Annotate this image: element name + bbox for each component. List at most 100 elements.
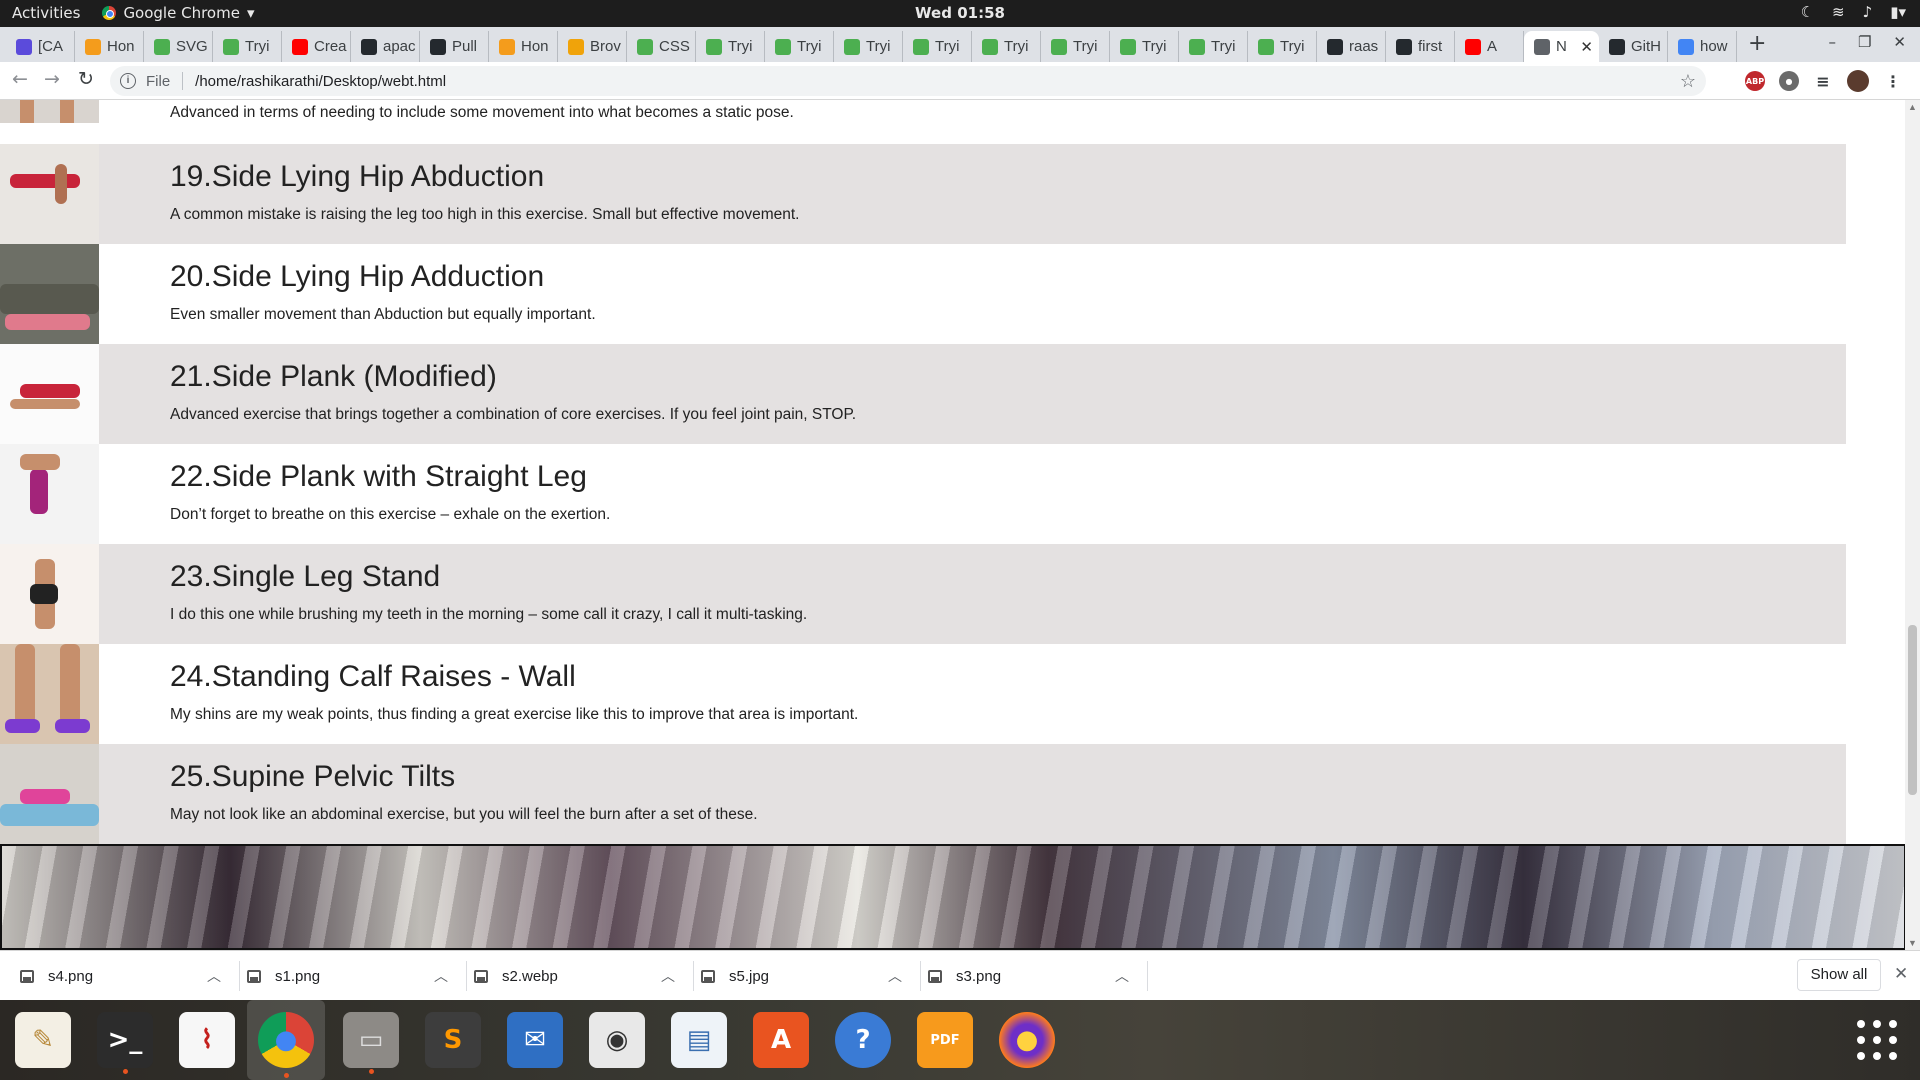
dock-item[interactable]: ◉ xyxy=(587,1010,647,1070)
forward-button[interactable]: → xyxy=(44,68,60,90)
exercise-title: 19.Side Lying Hip Abduction xyxy=(170,160,545,193)
chevron-up-icon[interactable]: ︿ xyxy=(888,966,902,986)
show-all-button[interactable]: Show all xyxy=(1797,959,1881,991)
exercise-row: 23.Single Leg Stand I do this one while b… xyxy=(0,544,1846,644)
dock-item[interactable]: ▭ xyxy=(341,1010,401,1074)
close-window-icon[interactable]: ✕ xyxy=(1893,33,1906,51)
browser-tab[interactable]: Crea xyxy=(282,31,351,62)
browser-tab[interactable]: how xyxy=(1668,31,1737,62)
dock-item[interactable]: ▤ xyxy=(669,1010,729,1070)
exercise-thumbnail xyxy=(0,100,99,123)
restore-icon[interactable]: ❐ xyxy=(1858,33,1871,51)
new-tab-button[interactable]: + xyxy=(1748,31,1766,56)
exercise-description: A common mistake is raising the leg too … xyxy=(170,206,800,223)
exercise-description: Advanced in terms of needing to include … xyxy=(170,104,794,121)
media-controls-icon[interactable]: ≡ xyxy=(1813,71,1833,91)
browser-tab[interactable]: Tryi xyxy=(834,31,903,62)
back-button[interactable]: ← xyxy=(12,68,28,90)
browser-tab[interactable]: Hon xyxy=(75,31,144,62)
browser-tab[interactable]: SVG xyxy=(144,31,213,62)
dock-item[interactable]: ● xyxy=(997,1010,1057,1070)
dock-item[interactable]: PDF xyxy=(915,1010,975,1070)
w3schools-icon xyxy=(775,38,791,55)
chevron-up-icon[interactable]: ︿ xyxy=(434,966,448,986)
browser-tab[interactable]: Tryi xyxy=(1041,31,1110,62)
browser-tab[interactable]: Tryi xyxy=(213,31,282,62)
reload-button[interactable]: ↻ xyxy=(78,68,94,90)
dock-item[interactable]: ● xyxy=(247,1000,325,1080)
download-item[interactable]: s2.webp ︿ xyxy=(468,961,694,991)
browser-tab[interactable]: Tryi xyxy=(972,31,1041,62)
browser-tab[interactable]: N ✕ xyxy=(1524,31,1599,62)
exercise-row: 20.Side Lying Hip Adduction Even smaller … xyxy=(0,244,1846,344)
exercise-thumbnail xyxy=(0,244,99,344)
thumbnail-figure xyxy=(30,584,58,604)
url-text[interactable]: /home/rashikarathi/Desktop/webt.html xyxy=(195,73,446,90)
tab-label: Tryi xyxy=(1142,38,1167,55)
minimize-icon[interactable]: – xyxy=(1828,33,1836,51)
running-indicator xyxy=(284,1073,289,1078)
tab-label: how xyxy=(1700,38,1728,55)
browser-tab[interactable]: A xyxy=(1455,31,1524,62)
browser-tab[interactable]: CSS xyxy=(627,31,696,62)
browser-tab[interactable]: GitH xyxy=(1599,31,1668,62)
info-icon[interactable]: i xyxy=(120,73,136,89)
tab-label: Pull xyxy=(452,38,478,55)
menu-kebab-icon[interactable]: ⋮ xyxy=(1883,71,1903,91)
image-file-icon xyxy=(701,969,715,983)
browser-tab[interactable]: Tryi xyxy=(1179,31,1248,62)
battery-icon: ▮▾ xyxy=(1890,3,1906,21)
tab-close-icon[interactable]: ✕ xyxy=(1580,38,1593,56)
exercise-title: 25.Supine Pelvic Tilts xyxy=(170,760,456,793)
exercise-thumbnail xyxy=(0,544,99,644)
chevron-up-icon[interactable]: ︿ xyxy=(207,966,221,986)
swirl-icon xyxy=(85,38,101,55)
scrollbar[interactable]: ▲ ▼ xyxy=(1905,100,1920,950)
browser-tab[interactable]: Brov xyxy=(558,31,627,62)
scroll-down-icon[interactable]: ▼ xyxy=(1908,938,1917,948)
clock[interactable]: Wed 01:58 xyxy=(0,4,1920,22)
dock-item[interactable]: ✉ xyxy=(505,1010,565,1070)
browser-tab[interactable]: Tryi xyxy=(1248,31,1317,62)
avatar[interactable] xyxy=(1847,70,1869,92)
dock-item[interactable]: ✎ xyxy=(13,1010,73,1070)
browser-tab[interactable]: Tryi xyxy=(696,31,765,62)
download-filename: s3.png xyxy=(956,967,1002,985)
thunderbird-icon: ✉ xyxy=(507,1012,563,1068)
system-tray[interactable]: ☾ ≋ ♪ ▮▾ xyxy=(1801,3,1906,21)
extension-icon[interactable]: ● xyxy=(1779,71,1799,91)
exercise-title: 23.Single Leg Stand xyxy=(170,560,441,593)
download-item[interactable]: s1.png ︿ xyxy=(241,961,467,991)
w3schools-icon xyxy=(223,38,239,55)
scrollbar-thumb[interactable] xyxy=(1908,625,1917,795)
close-icon[interactable]: ✕ xyxy=(1894,964,1908,984)
browser-tab[interactable]: Tryi xyxy=(1110,31,1179,62)
dock-item[interactable]: >_ xyxy=(95,1010,155,1074)
browser-tab[interactable]: apac xyxy=(351,31,420,62)
chevron-up-icon[interactable]: ︿ xyxy=(1115,966,1129,986)
exercise-title: 20.Side Lying Hip Adduction xyxy=(170,260,545,293)
dock-item[interactable]: A xyxy=(751,1010,811,1070)
download-item[interactable]: s5.jpg ︿ xyxy=(695,961,921,991)
dock-item[interactable]: ⌇ xyxy=(177,1010,237,1070)
running-indicator xyxy=(123,1069,128,1074)
browser-tab[interactable]: raas xyxy=(1317,31,1386,62)
browser-tab[interactable]: [CA xyxy=(6,31,75,62)
bookmark-star-icon[interactable]: ☆ xyxy=(1680,71,1696,92)
browser-tab[interactable]: first xyxy=(1386,31,1455,62)
browser-tab[interactable]: Tryi xyxy=(903,31,972,62)
scroll-up-icon[interactable]: ▲ xyxy=(1908,102,1917,112)
dock-item[interactable]: S xyxy=(423,1010,483,1070)
browser-tab[interactable]: Pull xyxy=(420,31,489,62)
download-item[interactable]: s4.png ︿ xyxy=(14,961,240,991)
adblock-icon[interactable]: ABP xyxy=(1745,71,1765,91)
address-bar[interactable]: i File /home/rashikarathi/Desktop/webt.h… xyxy=(110,66,1706,96)
w3schools-icon xyxy=(1120,38,1136,55)
browser-tab[interactable]: Hon xyxy=(489,31,558,62)
show-applications-icon[interactable] xyxy=(1857,1020,1897,1060)
chevron-up-icon[interactable]: ︿ xyxy=(661,966,675,986)
download-item[interactable]: s3.png ︿ xyxy=(922,961,1148,991)
thumbnail-figure xyxy=(55,164,67,204)
dock-item[interactable]: ? xyxy=(833,1010,893,1070)
browser-tab[interactable]: Tryi xyxy=(765,31,834,62)
